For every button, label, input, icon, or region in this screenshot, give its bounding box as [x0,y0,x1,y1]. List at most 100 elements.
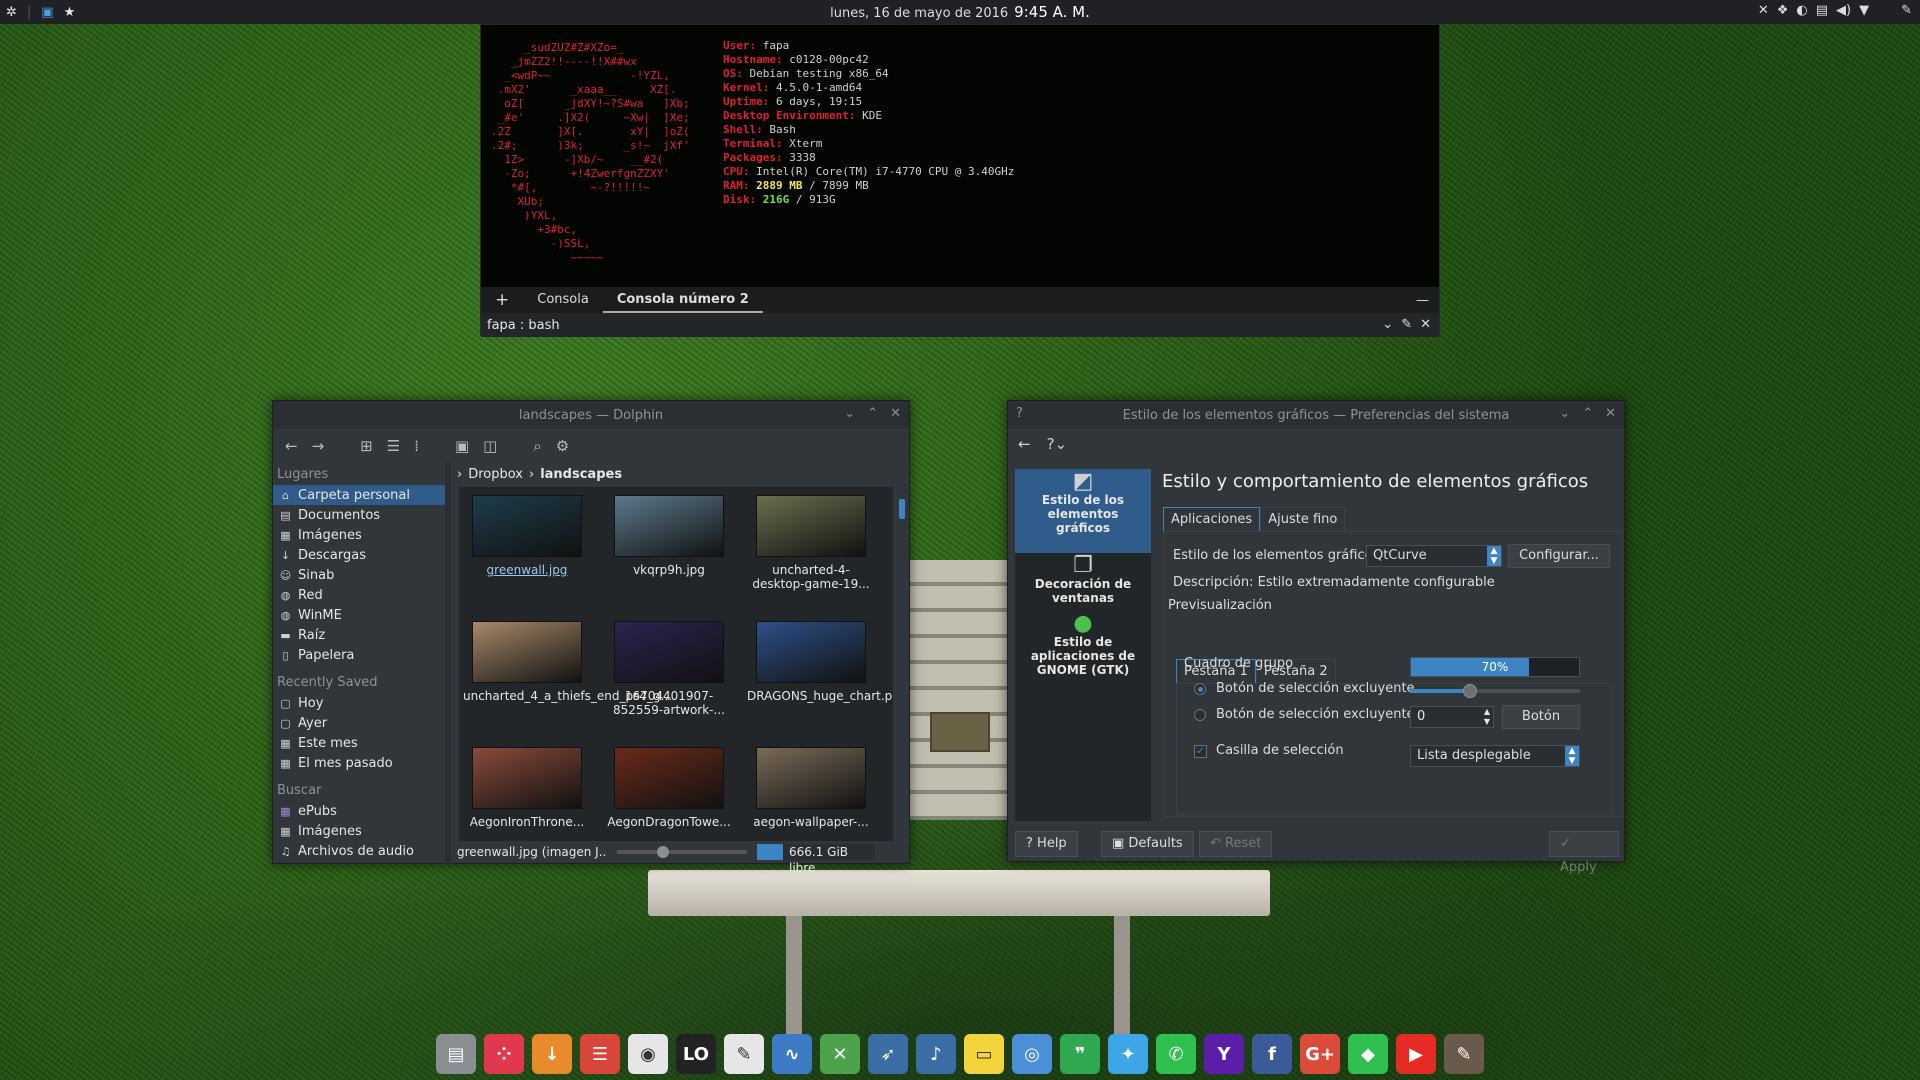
sidebar-item-search-images[interactable]: ▦ Imágenes [273,821,445,841]
zoom-slider[interactable] [617,846,747,858]
sidebar-item-documents[interactable]: ▤ Documentos [273,505,445,525]
feedly-icon[interactable]: ◆ [1348,1034,1388,1074]
file-item[interactable]: AegonIronThrone... [463,747,591,829]
terminal-window[interactable]: _sudZUZ#Z#XZo=_ _jmZZ2!!----!!X##wx _<wd… [480,24,1440,337]
help-menu-icon[interactable]: ?⌄ [1047,435,1068,453]
pdf-editor-icon[interactable]: ✎ [724,1034,764,1074]
defaults-button[interactable]: ▣ Defaults [1101,831,1194,857]
config-icon[interactable]: ✎ [1401,317,1412,332]
hangouts-icon[interactable]: ❞ [1060,1034,1100,1074]
sidebar-item-home[interactable]: ⌂ Carpeta personal [273,485,445,505]
sidebar-item-trash[interactable]: ▯ Papelera [273,645,445,665]
file-item[interactable]: 16704401907-852559-artwork-... [605,621,733,717]
facebook-icon[interactable]: f [1252,1034,1292,1074]
details-view-icon[interactable]: ⁞ [414,437,419,455]
preview-slider[interactable] [1410,684,1580,698]
back-icon[interactable]: ← [1018,435,1031,453]
close-icon[interactable]: ✕ [890,406,901,421]
file-item[interactable]: uncharted-4-desktop-game-19... [747,495,875,591]
zoom-slider-handle[interactable] [657,846,669,858]
clock-time[interactable]: 9:45 A. M. [1014,3,1090,21]
sidebar-item-epubs[interactable]: ▦ ePubs [273,801,445,821]
new-tab-icon[interactable]: + [481,287,523,313]
sidebar-item-audio[interactable]: ♫ Archivos de audio [273,841,445,861]
chrome-icon[interactable]: ◎ [1012,1034,1052,1074]
sidebar-item-root[interactable]: ▬ Raíz [273,625,445,645]
dropbox-icon[interactable]: ❖ [1777,3,1789,18]
spreadsheet-icon[interactable]: ✕ [820,1034,860,1074]
category-window-decoration[interactable]: ❐ Decoración de ventanas [1015,553,1151,611]
tab-applications[interactable]: Aplicaciones [1163,507,1261,532]
terminal-output[interactable]: _sudZUZ#Z#XZo=_ _jmZZ2!!----!!X##wx _<wd… [481,25,1439,287]
spin-arrows-icon[interactable]: ▲ ▼ [1484,707,1490,727]
feather-icon[interactable]: ➶ [868,1034,908,1074]
music-icon[interactable]: ♪ [916,1034,956,1074]
help-icon[interactable]: ? [1016,406,1023,421]
kde-menu-icon[interactable]: ✲ [6,5,17,20]
sidebar-item-yesterday[interactable]: ▢ Ayer [273,713,445,733]
close-icon[interactable]: ✕ [1605,406,1616,421]
volume-icon[interactable]: ◀) [1836,3,1851,18]
bluetooth-icon[interactable]: ✕ [1758,3,1769,18]
system-monitor-icon[interactable]: ∿ [772,1034,812,1074]
split-icon[interactable]: ◫ [483,437,497,455]
slider-handle[interactable] [1462,684,1477,698]
maximize-icon[interactable]: ⌃ [867,406,878,421]
file-item[interactable]: greenwall.jpg [463,495,591,577]
file-view[interactable]: greenwall.jpg vkqrp9h.jpg uncharted-4-desk… [459,487,893,841]
reset-button[interactable]: ↶ Reset [1199,831,1273,857]
yahoo-icon[interactable]: Y [1204,1034,1244,1074]
sidebar-item-sinab[interactable]: ☺ Sinab [273,565,445,585]
file-view-scrollbar[interactable] [899,499,905,519]
file-item[interactable]: DRAGONS_huge_chart.png [747,621,893,703]
maximize-icon[interactable]: ⌃ [1582,406,1593,421]
apply-button[interactable]: ✓ Apply [1549,831,1619,875]
icons-view-icon[interactable]: ⊞ [360,437,373,455]
sidebar-item-downloads[interactable]: ↓ Descargas [273,545,445,565]
minimize-icon[interactable]: ⌄ [844,406,855,421]
tab-consola[interactable]: Consola [523,287,603,313]
file-item[interactable]: AegonDragonTowe... [605,747,733,829]
preview-checkbox[interactable]: ✓ [1194,745,1207,758]
document-viewer-icon[interactable]: ◉ [628,1034,668,1074]
download-icon[interactable]: ↓ [532,1034,572,1074]
dice-app-icon[interactable]: ⁘ [484,1034,524,1074]
whatsapp-icon[interactable]: ✆ [1156,1034,1196,1074]
preview-dropdown[interactable]: Lista desplegable ▲ ▼ [1410,745,1580,767]
radio-button-2[interactable] [1194,709,1206,721]
sidebar-item-this-month[interactable]: ▦ Este mes [273,733,445,753]
list-app-icon[interactable]: ☰ [580,1034,620,1074]
star-icon[interactable]: ★ [64,5,76,20]
minimize-icon[interactable]: — [1416,293,1429,308]
breadcrumb-landscapes[interactable]: landscapes [540,467,622,482]
file-item[interactable]: vkqrp9h.jpg [605,495,733,577]
sidebar-item-last-month[interactable]: ▦ El mes pasado [273,753,445,773]
dolphin-titlebar[interactable]: landscapes — Dolphin ⌄ ⌃ ✕ [273,401,909,429]
tab-consola-2[interactable]: Consola número 2 [602,287,763,313]
tab-fine-tuning[interactable]: Ajuste fino [1260,507,1346,532]
clipboard-icon[interactable]: ▤ [1816,3,1828,18]
file-item[interactable]: aegon-wallpaper-... [747,747,875,829]
forward-icon[interactable]: → [312,437,325,455]
file-item[interactable]: uncharted_4_a_thiefs_end_ps4_g... [463,621,672,703]
network-icon[interactable]: ▼ [1859,3,1869,18]
settings-titlebar[interactable]: ? Estilo de los elementos gráficos — Pre… [1008,401,1624,429]
category-widget-style[interactable]: ◩ Estilo de los elementos gráficos [1015,469,1151,553]
close-icon[interactable]: ✕ [1420,317,1431,332]
panel-tool-icon[interactable]: ✎ [1901,3,1912,18]
preview-icon[interactable]: ▣ [455,437,469,455]
clock-date[interactable]: lunes, 16 de mayo de 2016 [830,6,1008,21]
notes-icon[interactable]: ▭ [964,1034,1004,1074]
sidebar-scrollbar[interactable] [445,463,451,865]
configure-button[interactable]: Configurar... [1508,544,1610,568]
twitter-icon[interactable]: ✦ [1108,1034,1148,1074]
google-plus-icon[interactable]: G+ [1300,1034,1340,1074]
breadcrumb-dropbox[interactable]: Dropbox [468,467,523,482]
update-icon[interactable]: ◐ [1796,3,1807,18]
expand-icon[interactable]: ⌄ [1382,317,1393,332]
youtube-icon[interactable]: ▶ [1396,1034,1436,1074]
category-gtk-style[interactable]: ● Estilo de aplicaciones de GNOME (GTK) [1015,611,1151,683]
folder-icon[interactable]: ▤ [436,1034,476,1074]
radio-button-1[interactable] [1194,683,1206,695]
search-icon[interactable]: ⌕ [533,437,541,455]
